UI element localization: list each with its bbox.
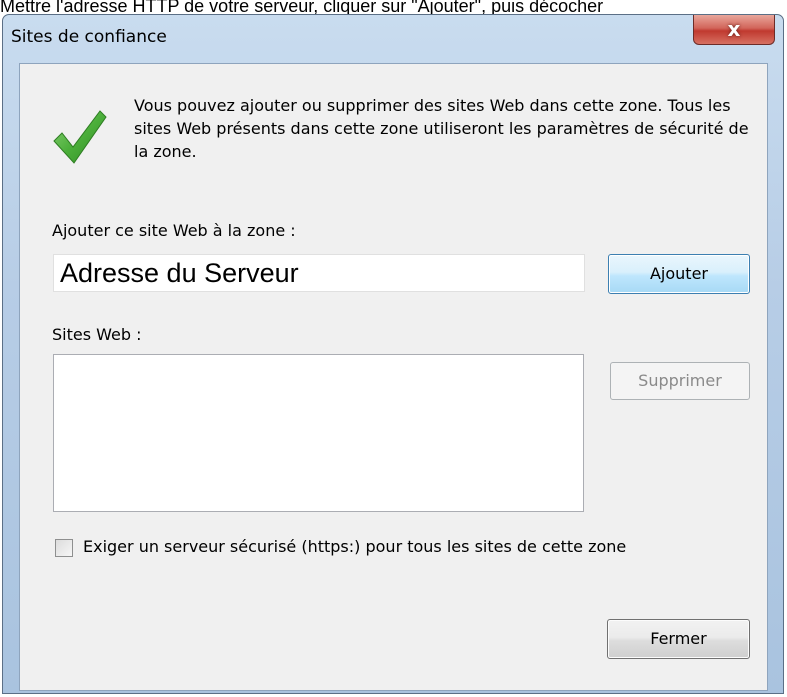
require-https-label[interactable]: Exiger un serveur sécurisé (https:) pour…: [83, 537, 626, 556]
green-checkmark-icon: [53, 110, 107, 164]
add-button[interactable]: Ajouter: [608, 254, 750, 294]
zone-info-text: Vous pouvez ajouter ou supprimer des sit…: [134, 96, 749, 161]
title-bar: Sites de confiance x: [3, 15, 783, 63]
websites-label: Sites Web :: [52, 325, 142, 344]
window-close-button[interactable]: x: [693, 15, 775, 45]
close-icon: x: [727, 17, 741, 41]
dialog-title: Sites de confiance: [11, 27, 167, 47]
remove-button[interactable]: Supprimer: [610, 362, 750, 400]
websites-list[interactable]: [53, 354, 584, 512]
close-button[interactable]: Fermer: [607, 619, 750, 659]
add-site-label: Ajouter ce site Web à la zone :: [52, 221, 296, 240]
website-url-input[interactable]: [53, 254, 585, 292]
require-https-checkbox[interactable]: [55, 539, 73, 557]
